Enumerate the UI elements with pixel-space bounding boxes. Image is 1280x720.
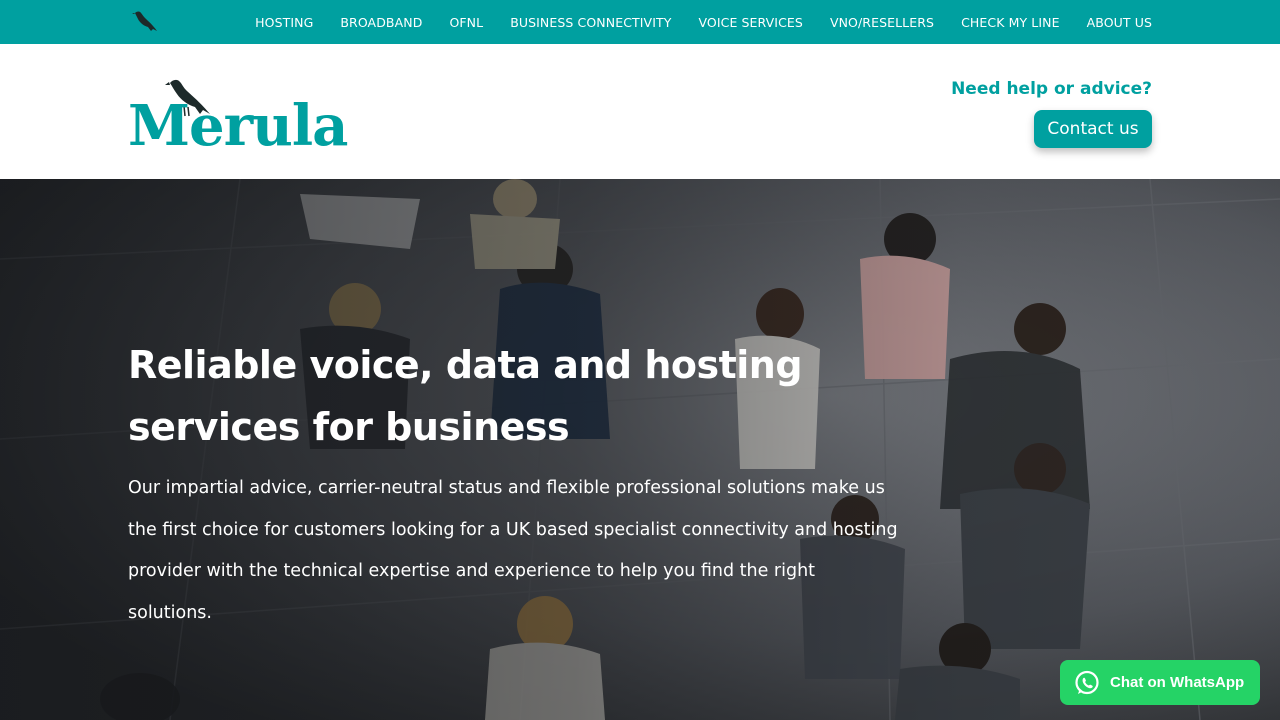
hero-section: Reliable voice, data and hosting service… (0, 179, 1280, 720)
whatsapp-label: Chat on WhatsApp (1110, 674, 1245, 691)
site-header: Merula Need help or advice? Contact us (0, 44, 1280, 179)
contact-us-button[interactable]: Contact us (1034, 110, 1152, 148)
nav-link-business-connectivity[interactable]: BUSINESS CONNECTIVITY (510, 15, 671, 30)
help-heading: Need help or advice? (951, 79, 1152, 99)
bird-icon[interactable] (131, 9, 159, 35)
whatsapp-icon (1075, 670, 1099, 694)
top-navigation-bar: HOSTING BROADBAND OFNL BUSINESS CONNECTI… (0, 0, 1280, 44)
whatsapp-chat-button[interactable]: Chat on WhatsApp (1060, 660, 1260, 705)
logo-wordmark: Merula (128, 93, 348, 159)
nav-link-ofnl[interactable]: OFNL (449, 15, 483, 30)
nav-link-voice-services[interactable]: VOICE SERVICES (698, 15, 803, 30)
merula-logo[interactable]: Merula (128, 76, 368, 162)
nav-link-vno-resellers[interactable]: VNO/RESELLERS (830, 15, 934, 30)
top-nav-menu: HOSTING BROADBAND OFNL BUSINESS CONNECTI… (228, 0, 1152, 44)
nav-link-broadband[interactable]: BROADBAND (340, 15, 422, 30)
nav-link-hosting[interactable]: HOSTING (255, 15, 313, 30)
hero-description: Our impartial advice, carrier-neutral st… (128, 478, 898, 623)
nav-link-about-us[interactable]: ABOUT US (1087, 15, 1152, 30)
hero-title: Reliable voice, data and hosting service… (128, 343, 803, 449)
nav-link-check-my-line[interactable]: CHECK MY LINE (961, 15, 1060, 30)
